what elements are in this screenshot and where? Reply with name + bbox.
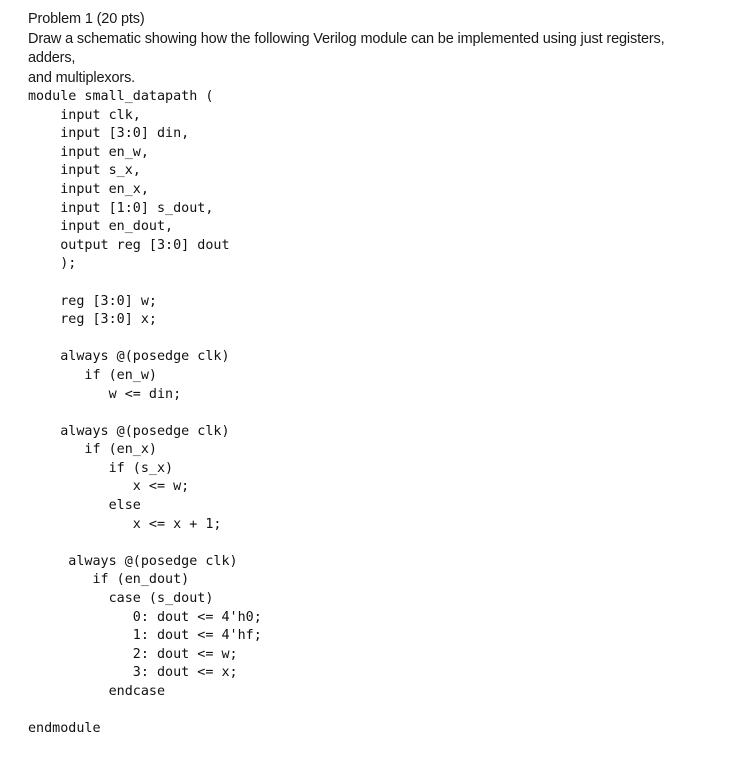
verilog-code-block: module small_datapath ( input clk, input… bbox=[28, 89, 262, 737]
page-title: Problem 1 (20 pts) bbox=[28, 11, 145, 27]
instruction-line-1: Draw a schematic showing how the followi… bbox=[28, 30, 669, 67]
document-page: Problem 1 (20 pts) Draw a schematic show… bbox=[0, 0, 738, 766]
instruction-line-2: and multiplexors. bbox=[28, 69, 136, 86]
problem-statement: Problem 1 (20 pts) Draw a schematic show… bbox=[28, 10, 704, 88]
